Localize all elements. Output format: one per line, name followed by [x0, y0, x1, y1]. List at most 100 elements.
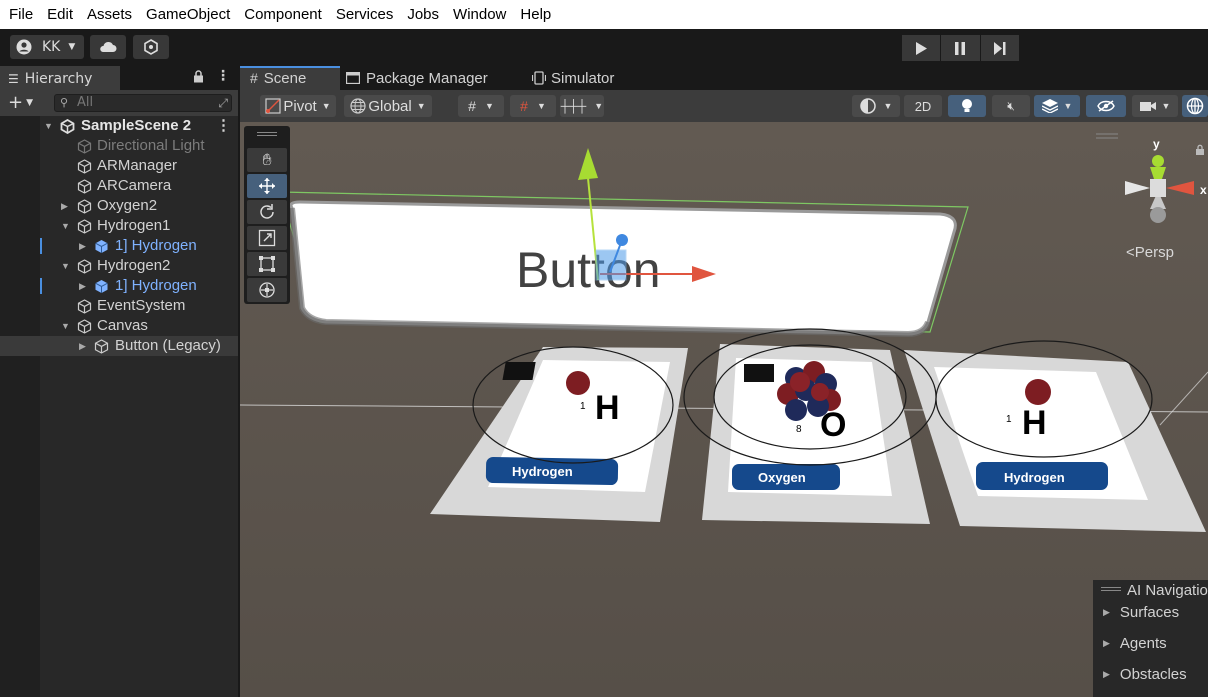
expand-arrow-icon: ▶: [1103, 607, 1110, 617]
chevron-down-icon: ▼: [883, 101, 893, 111]
kebab-menu-icon[interactable]: ⋮: [216, 116, 231, 136]
rotate-tool-button[interactable]: [247, 200, 287, 224]
tree-row-armanager[interactable]: ARManager: [0, 156, 238, 176]
hand-tool-button[interactable]: ✋︎: [247, 148, 287, 172]
tab-package-manager-label: Package Manager: [366, 69, 488, 87]
tab-scene[interactable]: # Scene: [240, 66, 340, 90]
expand-arrow-icon[interactable]: ▶: [61, 196, 68, 216]
menu-assets[interactable]: Assets: [80, 0, 139, 29]
expand-arrow-icon[interactable]: ▼: [44, 116, 53, 136]
pivot-icon: [265, 98, 281, 114]
tab-hierarchy[interactable]: ☰ Hierarchy: [0, 66, 120, 90]
tree-row-hydrogen1[interactable]: ▼ Hydrogen1: [0, 216, 238, 236]
tab-simulator[interactable]: Simulator: [532, 66, 614, 90]
expand-arrow-icon[interactable]: ▼: [61, 316, 70, 336]
gameobject-icon: [77, 319, 92, 334]
menu-component[interactable]: Component: [237, 0, 329, 29]
ruler-snap-button[interactable]: ┼┼┼ ▼: [560, 95, 604, 117]
expand-arrow-icon: ▶: [1103, 669, 1110, 679]
audio-toggle-button[interactable]: 🔇︎: [992, 95, 1030, 117]
expand-arrow-icon[interactable]: ▶: [79, 236, 86, 256]
expand-arrow-icon[interactable]: ▼: [61, 216, 70, 236]
ai-nav-item-agents[interactable]: ▶ Agents: [1103, 635, 1167, 652]
tree-row-button-legacy[interactable]: ▶ Button (Legacy): [0, 336, 238, 356]
lighting-toggle-button[interactable]: [948, 95, 986, 117]
overlay-drag-handle[interactable]: [257, 132, 277, 133]
grid-snapping-button[interactable]: # ▼: [458, 95, 504, 117]
step-button[interactable]: [980, 35, 1019, 61]
hexagon-icon: [144, 39, 158, 55]
menu-jobs[interactable]: Jobs: [400, 0, 446, 29]
ai-nav-item-obstacles[interactable]: ▶ Obstacles: [1103, 666, 1187, 683]
lock-icon[interactable]: [193, 70, 204, 87]
expand-arrow-icon[interactable]: ▼: [61, 256, 70, 276]
hierarchy-panel: ☰ Hierarchy ⋮ + ▼ ⚲ All ⤢ ▼ SampleScene 2…: [0, 66, 238, 697]
gameobject-icon: [77, 219, 92, 234]
move-tool-button[interactable]: [247, 174, 287, 198]
card-label: Oxygen: [758, 470, 806, 485]
tree-label: EventSystem: [97, 297, 186, 314]
pivot-dropdown[interactable]: Pivot ▼: [260, 95, 336, 117]
transform-tool-button[interactable]: [247, 278, 287, 302]
rect-tool-button[interactable]: [247, 252, 287, 276]
camera-settings-dropdown[interactable]: ▼: [1132, 95, 1178, 117]
expand-arrow-icon[interactable]: ▶: [79, 276, 86, 296]
menu-services[interactable]: Services: [329, 0, 401, 29]
tree-label: Canvas: [97, 317, 148, 334]
gizmo-x-label: x: [1200, 183, 1207, 197]
card-number: 1: [580, 401, 586, 412]
chevron-down-icon: ▼: [536, 101, 546, 111]
menu-help[interactable]: Help: [513, 0, 558, 29]
menu-gameobject[interactable]: GameObject: [139, 0, 237, 29]
hydrogen-atom-left: [566, 371, 590, 395]
search-icon: ⚲: [60, 96, 69, 109]
expand-arrow-icon[interactable]: ▶: [79, 336, 86, 356]
ai-navigation-title: AI Navigatio: [1127, 582, 1208, 599]
scene-canvas[interactable]: Button H 1 Hydrogen O 8 Oxygen H 1 Hydro…: [240, 122, 1208, 697]
unity-services-button[interactable]: [133, 35, 169, 59]
tree-row-prefab-hydrogen[interactable]: ▶ 1] Hydrogen: [0, 276, 238, 296]
tab-package-manager[interactable]: Package Manager: [346, 66, 488, 90]
tree-row-arcamera[interactable]: ARCamera: [0, 176, 238, 196]
menu-file[interactable]: File: [2, 0, 40, 29]
tree-row-canvas[interactable]: ▼ Canvas: [0, 316, 238, 336]
shading-mode-dropdown[interactable]: ▼: [852, 95, 900, 117]
tree-label: Oxygen2: [97, 197, 158, 214]
ai-nav-label: Surfaces: [1119, 604, 1180, 621]
prefab-icon: [95, 240, 108, 253]
scene-visibility-icon[interactable]: ⤢: [218, 95, 228, 111]
gameobject-icon: [77, 179, 92, 194]
eye-hidden-icon: [1097, 100, 1115, 112]
effects-dropdown[interactable]: ▼: [1034, 95, 1080, 117]
global-dropdown[interactable]: Global ▼: [344, 95, 432, 117]
add-button[interactable]: + ▼: [8, 92, 33, 113]
play-button[interactable]: [902, 35, 941, 61]
kebab-menu-icon[interactable]: ⋮: [216, 68, 230, 84]
hierarchy-search-input[interactable]: ⚲ All ⤢: [54, 94, 232, 112]
xy-plane-handle: [595, 249, 627, 281]
ai-nav-label: Agents: [1119, 635, 1167, 652]
scene-viewport[interactable]: Button H 1 Hydrogen O 8 Oxygen H 1 Hydro…: [240, 122, 1208, 697]
tree-row-scene[interactable]: ▼ SampleScene 2 ⋮: [0, 116, 238, 136]
menu-window[interactable]: Window: [446, 0, 513, 29]
pause-button[interactable]: [941, 35, 980, 61]
ai-nav-item-surfaces[interactable]: ▶ Surfaces: [1103, 604, 1179, 621]
tree-row-oxygen2[interactable]: ▶ Oxygen2: [0, 196, 238, 216]
toggle-2d-button[interactable]: 2D: [904, 95, 942, 117]
toggle-2d-label: 2D: [914, 98, 932, 114]
tree-row-hydrogen2[interactable]: ▼ Hydrogen2: [0, 256, 238, 276]
increment-snap-button[interactable]: # ▼: [510, 95, 556, 117]
pivot-label: Pivot: [283, 97, 317, 115]
lock-icon[interactable]: [1195, 144, 1205, 160]
tree-row-directional-light[interactable]: Directional Light: [0, 136, 238, 156]
account-dropdown[interactable]: KK ▼: [10, 35, 84, 59]
play-icon: [916, 41, 928, 55]
menu-edit[interactable]: Edit: [40, 0, 80, 29]
tree-row-prefab-hydrogen[interactable]: ▶ 1] Hydrogen: [0, 236, 238, 256]
tree-row-eventsystem[interactable]: EventSystem: [0, 296, 238, 316]
overlay-drag-handle[interactable]: [1101, 587, 1121, 588]
cloud-button[interactable]: [90, 35, 126, 59]
scale-tool-button[interactable]: [247, 226, 287, 250]
gizmos-toggle-button[interactable]: [1182, 95, 1208, 117]
scene-visibility-button[interactable]: [1086, 95, 1126, 117]
